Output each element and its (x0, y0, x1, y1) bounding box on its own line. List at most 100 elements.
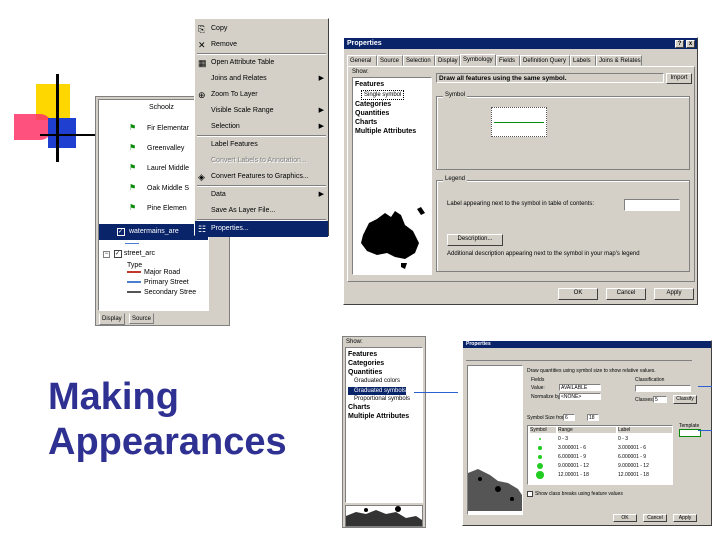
legend-label-input[interactable] (624, 199, 680, 211)
small-ok-button[interactable]: OK (613, 514, 637, 522)
menu-item-joins-and-relates[interactable]: Joins and Relates ▶ (195, 71, 328, 87)
menu-item-convert-labels-to-annotation[interactable]: Convert Labels to Annotation... (195, 153, 328, 169)
toc-layer-watermains[interactable]: ✓ watermains_are (99, 224, 208, 240)
import-button[interactable]: Import (666, 73, 692, 84)
show-sub-item[interactable]: Single symbol (361, 90, 405, 100)
zoom-show-item[interactable]: Multiple Attributes (348, 412, 420, 421)
table-header: Label (618, 427, 672, 433)
table-cell-range[interactable]: 6.000001 - 9 (558, 454, 586, 460)
tab-source[interactable]: Source (129, 313, 155, 324)
tab-symbology[interactable]: Symbology (460, 54, 496, 66)
slide-heading-line2: Appearances (48, 421, 287, 463)
toc-feature-item[interactable]: ⚑ Greenvalley (129, 140, 184, 156)
zoom-show-item[interactable]: Features (348, 350, 420, 359)
symbol-dot-icon (536, 471, 544, 479)
menu-item-label: Zoom To Layer (211, 91, 258, 98)
zoom-show-item[interactable]: Charts (348, 403, 420, 412)
menu-item-convert-features-to-graphics[interactable]: ◈ Convert Features to Graphics... (195, 169, 328, 185)
menu-item-open-attribute-table[interactable]: ▦ Open Attribute Table (195, 55, 328, 71)
context-menu: ⎘ Copy ✕ Remove ▦ Open Attribute Table Joins a… (194, 18, 329, 237)
layer-checkbox[interactable]: ✓ (113, 250, 122, 258)
menu-item-save-as-layer-file[interactable]: Save As Layer File... (195, 203, 328, 219)
description-button[interactable]: Description... (447, 234, 503, 246)
tab-general[interactable]: General (347, 55, 377, 66)
show-item[interactable]: Multiple Attributes (355, 127, 429, 136)
expand-icon[interactable]: − (103, 251, 110, 258)
menu-item-selection[interactable]: Selection ▶ (195, 119, 328, 135)
small-normalize-select[interactable]: <NONE> (559, 393, 601, 400)
table-cell-range[interactable]: 3.000001 - 6 (558, 445, 586, 451)
convert-icon: ◈ (198, 172, 205, 182)
toc-layer-schools[interactable]: Schoolz (149, 100, 174, 116)
small-size-from[interactable]: 6 (563, 414, 575, 421)
symbol-preview[interactable] (491, 107, 547, 137)
callout-line-right-top (698, 386, 712, 387)
submenu-arrow-icon: ▶ (318, 191, 324, 198)
table-cell-label[interactable]: 3.000001 - 6 (618, 445, 646, 451)
close-button[interactable]: x (686, 40, 695, 48)
zoom-show-sub-item[interactable]: Graduated symbols (348, 387, 407, 395)
toc-layer-watermains-label: watermains_are (128, 228, 179, 235)
small-classify-button[interactable]: Classify (673, 395, 697, 404)
small-classes-select[interactable]: 5 (653, 396, 667, 403)
menu-item-label: Open Attribute Table (211, 59, 275, 66)
table-cell-label[interactable]: 0 - 3 (618, 436, 628, 442)
menu-item-copy[interactable]: ⎘ Copy (195, 21, 328, 37)
menu-item-properties[interactable]: ☷ Properties... (195, 221, 328, 237)
line-symbol-icon (127, 271, 141, 274)
cancel-button[interactable]: Cancel (606, 288, 646, 300)
table-cell-range[interactable]: 0 - 3 (558, 436, 568, 442)
table-cell-label[interactable]: 6.000001 - 9 (618, 454, 646, 460)
toc-feature-item[interactable]: ⚑ Fir Elementar (129, 120, 189, 136)
show-list: Features Single symbol Categories Quantitie… (352, 77, 432, 275)
description-box: Draw all features using the same symbol. (436, 73, 664, 83)
small-size-to[interactable]: 18 (587, 414, 599, 421)
tab-fields[interactable]: Fields (496, 55, 520, 66)
small-description: Draw quantities using symbol size to sho… (527, 368, 656, 374)
toc-legend-item: Major Road (127, 268, 180, 278)
legend-description-text: Additional description appearing next to… (447, 251, 640, 257)
toc-legend-item: Primary Street (127, 278, 189, 288)
table-cell-label[interactable]: 12.00001 - 18 (618, 472, 649, 478)
small-value-select[interactable]: AVAILABLE (559, 384, 601, 391)
help-button[interactable]: ? (675, 40, 685, 48)
zoom-show-label: Show: (346, 339, 363, 345)
menu-item-zoom-to-layer[interactable]: ⊕ Zoom To Layer (195, 87, 328, 103)
tab-joins-relates[interactable]: Joins & Relates (596, 55, 642, 66)
table-cell-label[interactable]: 9.000001 - 12 (618, 463, 649, 469)
table-cell-range[interactable]: 12.00001 - 18 (558, 472, 589, 478)
menu-item-visible-scale-range[interactable]: Visible Scale Range ▶ (195, 103, 328, 119)
table-cell-range[interactable]: 9.000001 - 12 (558, 463, 589, 469)
small-cancel-button[interactable]: Cancel (643, 514, 667, 522)
toc-feature-item[interactable]: ⚑ Pine Elemen (129, 200, 187, 216)
tab-labels[interactable]: Labels (570, 55, 596, 66)
small-classification-box (635, 385, 691, 392)
toc-legend-label: Primary Street (144, 279, 189, 286)
tab-selection[interactable]: Selection (403, 55, 435, 66)
zoom-show-sub-item[interactable]: Graduated colors (348, 377, 420, 385)
show-item[interactable]: Features (355, 80, 429, 89)
apply-button[interactable]: Apply (654, 288, 694, 300)
small-checkbox[interactable] (527, 491, 533, 497)
toc-feature-item[interactable]: ⚑ Oak Middle S (129, 180, 189, 196)
toc-feature-item[interactable]: ⚑ Laurel Middle (129, 160, 189, 176)
menu-item-label: Visible Scale Range (211, 107, 274, 114)
zoom-show-item[interactable]: Quantities (348, 368, 420, 377)
show-item[interactable]: Quantities (355, 109, 429, 118)
zoom-show-sub-item[interactable]: Proportional symbols (348, 395, 420, 403)
show-item[interactable]: Categories (355, 100, 429, 109)
tab-definition-query[interactable]: Definition Query (520, 55, 570, 66)
show-item[interactable]: Charts (355, 118, 429, 127)
small-apply-button[interactable]: Apply (673, 514, 697, 522)
menu-item-data[interactable]: Data ▶ (195, 187, 328, 203)
zoom-show-item[interactable]: Categories (348, 359, 420, 368)
menu-item-label: Convert Labels to Annotation... (211, 157, 307, 164)
tab-display[interactable]: Display (435, 55, 460, 66)
menu-item-label-features[interactable]: Label Features (195, 137, 328, 153)
small-fields-group: Fields (531, 377, 545, 383)
tab-source[interactable]: Source (377, 55, 403, 66)
menu-item-remove[interactable]: ✕ Remove (195, 37, 328, 53)
properties-dialog: Properties ? x General Source Selection Dis… (343, 37, 698, 305)
tab-display[interactable]: Display (99, 313, 125, 325)
ok-button[interactable]: OK (558, 288, 598, 300)
